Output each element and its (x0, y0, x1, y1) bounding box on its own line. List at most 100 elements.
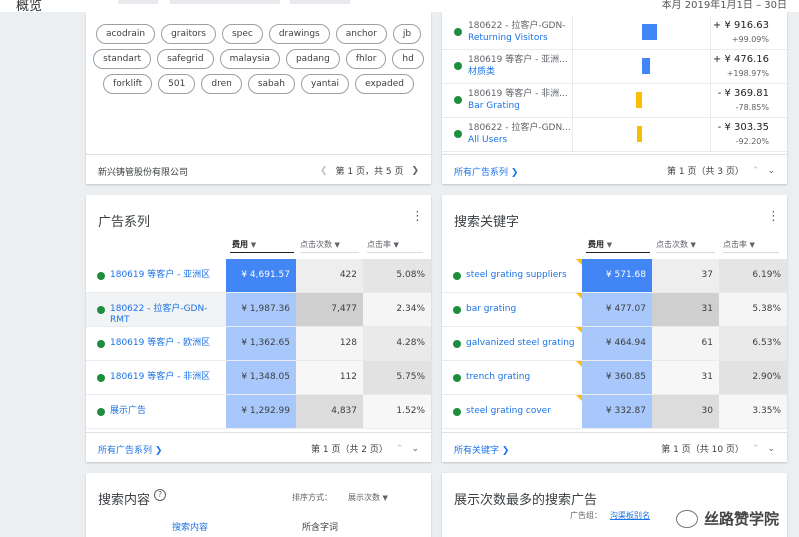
more-vert-icon[interactable]: ⋮ (411, 210, 424, 224)
change-campaign[interactable]: 180622 - 拉客户-GDN- (468, 21, 565, 32)
header-underline (367, 252, 423, 253)
card-footer: 所有广告系列 ❯ 第 1 页（共 3 页） ⌃ ⌄ (442, 154, 787, 184)
table-row[interactable]: 180619 等客户 - 欧洲区 ¥ 1,362.65 128 4.28% (86, 327, 431, 361)
table-row[interactable]: 180622 - 拉客户-GDN-RMT ¥ 1,987.36 7,477 2.34% (86, 293, 431, 327)
keyword-chip[interactable]: forklift (103, 74, 153, 94)
keyword-chip[interactable]: spec (221, 24, 263, 44)
chevron-down-icon[interactable]: ⌄ (767, 444, 775, 454)
keyword-chip[interactable]: padang (285, 49, 340, 69)
row-name-link[interactable]: 180622 - 拉客户-GDN-RMT (110, 304, 222, 326)
sort-dropdown[interactable]: 展示次数 ▼ (348, 492, 388, 503)
change-row[interactable]: 180622 - 拉客户-GDN- Returning Visitors + ¥ 9… (442, 16, 787, 50)
ctr-cell: 3.35% (719, 395, 787, 428)
keyword-chip[interactable]: hd (392, 49, 424, 69)
flag-marker (576, 259, 582, 265)
divider (710, 118, 711, 152)
chevron-left-icon[interactable]: ❮ (320, 166, 328, 176)
change-campaign[interactable]: 180619 等客户 - 亚洲... (468, 55, 568, 66)
date-range[interactable]: 本月 2019年1月1日 – 30日 (662, 0, 787, 11)
ctr-cell: 1.52% (363, 395, 431, 428)
chevron-up-icon[interactable]: ⌃ (752, 444, 760, 454)
status-dot (453, 306, 461, 314)
row-name-link[interactable]: steel grating suppliers (466, 270, 578, 281)
chevron-down-icon[interactable]: ⌄ (767, 166, 775, 176)
all-keywords-link[interactable]: 所有关键字 ❯ (454, 443, 509, 456)
table-row[interactable]: steel grating suppliers ¥ 571.68 37 6.19% (442, 259, 787, 293)
keyword-chip[interactable]: fhlor (345, 49, 387, 69)
keyword-chip[interactable]: drawings (268, 24, 330, 44)
biggest-changes-card: 180622 - 拉客户-GDN- Returning Visitors + ¥ 9… (442, 12, 787, 184)
cost-cell: ¥ 1,362.65 (226, 327, 296, 360)
chevron-up-icon[interactable]: ⌃ (752, 166, 760, 176)
clicks-cell: 30 (652, 395, 719, 428)
change-percent: -92.20% (735, 137, 769, 146)
table-row[interactable]: galvanized steel grating ¥ 464.94 61 6.53% (442, 327, 787, 361)
change-target[interactable]: Returning Visitors (468, 33, 548, 44)
tab-containing-words[interactable]: 所含字词 (302, 520, 338, 533)
change-row[interactable]: 180619 等客户 - 非洲... Bar Grating - ¥ 369.81 -… (442, 84, 787, 118)
change-campaign[interactable]: 180622 - 拉客户-GDN... (468, 123, 571, 134)
keyword-chip[interactable]: standart (93, 49, 152, 69)
row-name-link[interactable]: trench grating (466, 372, 578, 383)
chevron-down-icon[interactable]: ⌄ (411, 444, 419, 454)
card-title: 搜索内容 (98, 493, 151, 508)
change-row[interactable]: 180619 等客户 - 亚洲... 材质类 + ¥ 476.16 +198.97% (442, 50, 787, 84)
keyword-chip[interactable]: safegrid (157, 49, 214, 69)
table-row[interactable]: steel grating cover ¥ 332.87 30 3.35% (442, 395, 787, 429)
row-name-link[interactable]: galvanized steel grating (466, 338, 578, 349)
ctr-cell: 2.90% (719, 361, 787, 394)
keyword-chip[interactable]: graitors (161, 24, 216, 44)
card-title: 广告系列 (98, 215, 151, 230)
chip-stub (118, 0, 158, 4)
change-target[interactable]: All Users (468, 135, 507, 146)
table-row[interactable]: 180619 等客户 - 非洲区 ¥ 1,348.05 112 5.75% (86, 361, 431, 395)
row-name-link[interactable]: bar grating (466, 304, 578, 315)
keyword-chip[interactable]: sabah (247, 74, 295, 94)
change-row[interactable]: 180622 - 拉客户-GDN... All Users - ¥ 303.35 -9… (442, 118, 787, 152)
column-header-cost[interactable]: 费用 ▼ (232, 239, 256, 250)
row-name-link[interactable]: 展示广告 (110, 406, 222, 417)
keyword-chip[interactable]: malaysia (219, 49, 280, 69)
ad-group-link[interactable]: 沟渠板别名 (610, 510, 650, 521)
column-header-ctr[interactable]: 点击率 ▼ (367, 239, 399, 250)
keyword-chip[interactable]: anchor (335, 24, 387, 44)
keyword-chip[interactable]: expaded (355, 74, 414, 94)
row-name-link[interactable]: 180619 等客户 - 非洲区 (110, 372, 222, 383)
divider (572, 118, 573, 152)
divider (710, 16, 711, 50)
page-indicator: 第 1 页（共 10 页） (661, 445, 744, 455)
column-header-clicks[interactable]: 点击次数 ▼ (656, 239, 696, 250)
keyword-chip[interactable]: dren (201, 74, 242, 94)
table-row[interactable]: trench grating ¥ 360.85 31 2.90% (442, 361, 787, 395)
change-target[interactable]: Bar Grating (468, 101, 520, 112)
column-header-clicks[interactable]: 点击次数 ▼ (300, 239, 340, 250)
row-name-link[interactable]: 180619 等客户 - 亚洲区 (110, 270, 222, 281)
chevron-right-icon[interactable]: ❯ (411, 166, 419, 176)
table-row[interactable]: 展示广告 ¥ 1,292.99 4,837 1.52% (86, 395, 431, 429)
all-campaigns-link[interactable]: 所有广告系列 ❯ (98, 443, 162, 456)
keyword-chip[interactable]: 501 (158, 74, 196, 94)
table-row[interactable]: bar grating ¥ 477.07 31 5.38% (442, 293, 787, 327)
flag-marker (576, 293, 582, 299)
help-icon[interactable]: ? (154, 489, 166, 501)
table-row[interactable]: 180619 等客户 - 亚洲区 ¥ 4,691.57 422 5.08% (86, 259, 431, 293)
chevron-up-icon[interactable]: ⌃ (396, 444, 404, 454)
row-name-link[interactable]: steel grating cover (466, 406, 578, 417)
change-value: - ¥ 303.35 (717, 122, 769, 133)
change-campaign[interactable]: 180619 等客户 - 非洲... (468, 89, 568, 100)
column-header-cost[interactable]: 费用 ▼ (588, 239, 612, 250)
header-underline (300, 252, 359, 253)
search-terms-card: 搜索内容 ? 排序方式： 展示次数 ▼ 搜索内容 所含字词 (86, 473, 431, 537)
status-dot (454, 96, 462, 104)
row-name-link[interactable]: 180619 等客户 - 欧洲区 (110, 338, 222, 349)
campaigns-card: 广告系列 ⋮ 费用 ▼ 点击次数 ▼ 点击率 ▼ 180619 等客户 - 亚洲区 ¥ … (86, 195, 431, 462)
pagination: 第 1 页（共 2 页） ⌃ ⌄ (311, 442, 419, 456)
change-target[interactable]: 材质类 (468, 67, 495, 78)
all-campaigns-link[interactable]: 所有广告系列 ❯ (454, 165, 518, 178)
keyword-chip[interactable]: jb (392, 24, 422, 44)
column-header-ctr[interactable]: 点击率 ▼ (723, 239, 755, 250)
keyword-chip[interactable]: yantai (300, 74, 350, 94)
more-vert-icon[interactable]: ⋮ (767, 210, 780, 224)
keyword-chip[interactable]: acodrain (95, 24, 156, 44)
tab-search-terms[interactable]: 搜索内容 (172, 520, 208, 533)
